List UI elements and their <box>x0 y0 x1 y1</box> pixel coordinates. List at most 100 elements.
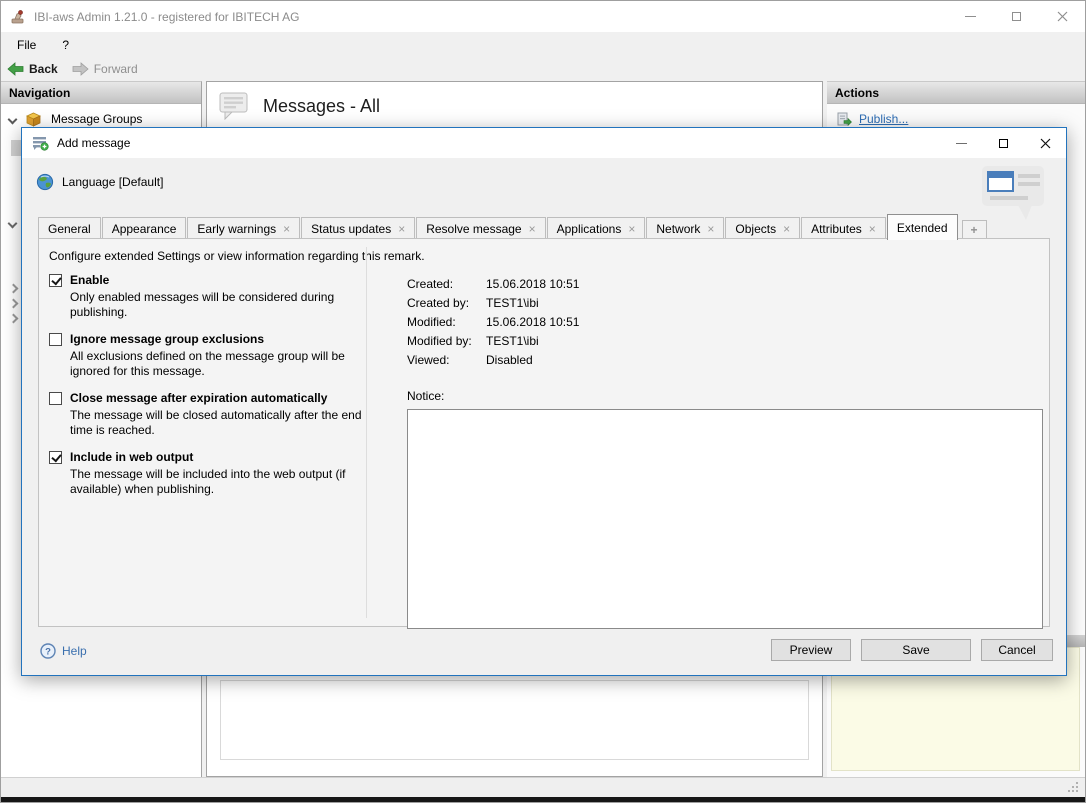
info-label: Modified: <box>407 315 486 334</box>
menu-file[interactable]: File <box>7 35 46 55</box>
tree-expander[interactable] <box>10 295 17 311</box>
tab-extended[interactable]: Extended <box>887 214 958 240</box>
notice-input[interactable] <box>407 409 1043 629</box>
status-bar <box>1 777 1085 797</box>
info-label: Modified by: <box>407 334 486 353</box>
checkbox-label: Ignore message group exclusions <box>70 332 264 346</box>
window-title: IBI-aws Admin 1.21.0 - registered for IB… <box>34 10 299 24</box>
tab-network[interactable]: Network× <box>646 217 724 239</box>
tab-label: General <box>48 222 91 236</box>
dialog-close-button[interactable] <box>1024 128 1066 158</box>
close-tab-icon[interactable]: × <box>707 224 714 234</box>
menu-help[interactable]: ? <box>52 35 79 55</box>
close-tab-icon[interactable]: × <box>783 224 790 234</box>
maximize-button[interactable] <box>993 1 1039 32</box>
tab-resolve-message[interactable]: Resolve message × <box>416 217 545 239</box>
checkbox-icon[interactable] <box>49 451 62 464</box>
close-tab-icon[interactable]: × <box>283 224 290 234</box>
dialog-minimize-button[interactable] <box>940 128 982 158</box>
checkbox-icon[interactable] <box>49 333 62 346</box>
menu-bar: File ? <box>1 32 1085 57</box>
chevron-down-icon[interactable] <box>8 114 18 124</box>
dialog-footer: ? Help Preview Save Cancel <box>22 627 1066 675</box>
close-icon <box>1040 138 1051 149</box>
notice-label: Notice: <box>407 389 1039 403</box>
tab-early-warnings[interactable]: Early warnings × <box>187 217 300 239</box>
tab-label: Applications <box>557 222 622 236</box>
tab-appearance[interactable]: Appearance <box>102 217 187 239</box>
checkbox-description: All exclusions defined on the message gr… <box>70 349 370 379</box>
sidebar-item-message-groups[interactable]: Message Groups <box>9 111 142 127</box>
checkbox-close-after-expiration[interactable]: Close message after expiration automatic… <box>49 391 367 405</box>
forward-button[interactable]: Forward <box>72 62 138 76</box>
tab-label: Early warnings <box>197 222 276 236</box>
info-column: Created: 15.06.2018 10:51 Created by: TE… <box>407 277 1039 632</box>
tab-attributes[interactable]: Attributes × <box>801 217 886 239</box>
chevron-right-icon <box>9 313 19 323</box>
navigation-header: Navigation <box>1 82 201 104</box>
page-title: Messages - All <box>263 96 380 117</box>
maximize-icon <box>999 139 1008 148</box>
actions-header: Actions <box>827 82 1085 104</box>
checkbox-label: Include in web output <box>70 450 193 464</box>
tab-general[interactable]: General <box>38 217 101 239</box>
dialog-title: Add message <box>57 136 130 150</box>
info-value: Disabled <box>486 353 1039 372</box>
info-value: TEST1\ibi <box>486 296 1039 315</box>
checkbox-ignore-exclusions[interactable]: Ignore message group exclusions <box>49 332 367 346</box>
close-icon <box>1057 11 1068 22</box>
chevron-right-icon <box>9 283 19 293</box>
info-label: Viewed: <box>407 353 486 372</box>
save-button[interactable]: Save <box>861 639 971 661</box>
language-selector[interactable]: Language [Default] <box>36 173 163 191</box>
checkbox-enable[interactable]: Enable <box>49 273 367 287</box>
dialog-maximize-button[interactable] <box>982 128 1024 158</box>
close-tab-icon[interactable]: × <box>628 224 635 234</box>
close-tab-icon[interactable]: × <box>529 224 536 234</box>
checkbox-include-web-output[interactable]: Include in web output <box>49 450 367 464</box>
tree-expander[interactable] <box>10 310 17 326</box>
close-tab-icon[interactable]: × <box>869 224 876 234</box>
tab-label: Objects <box>735 222 776 236</box>
dialog-tabstrip: General Appearance Early warnings × Statu… <box>38 213 1050 239</box>
add-message-icon <box>32 136 49 151</box>
tab-label: Status updates <box>311 222 391 236</box>
minimize-button[interactable] <box>947 1 993 32</box>
checkbox-description: Only enabled messages will be considered… <box>70 290 370 320</box>
tab-label: Appearance <box>112 222 177 236</box>
toolbar: Back Forward <box>1 57 1085 80</box>
resize-grip[interactable] <box>1067 781 1080 794</box>
checkbox-icon[interactable] <box>49 274 62 287</box>
close-button[interactable] <box>1039 1 1085 32</box>
tree-expander[interactable] <box>9 215 16 231</box>
svg-text:?: ? <box>45 647 51 658</box>
minimize-icon <box>956 143 967 144</box>
tab-label: Extended <box>897 221 948 235</box>
tab-applications[interactable]: Applications × <box>547 217 646 239</box>
add-tab-button[interactable]: + <box>962 220 987 239</box>
back-icon <box>7 62 24 76</box>
tab-status-updates[interactable]: Status updates × <box>301 217 415 239</box>
action-item-publish[interactable]: Publish... <box>827 104 1085 126</box>
metadata-grid: Created: 15.06.2018 10:51 Created by: TE… <box>407 277 1039 372</box>
tree-expander[interactable] <box>10 280 17 296</box>
info-value: TEST1\ibi <box>486 334 1039 353</box>
checkbox-icon[interactable] <box>49 392 62 405</box>
close-tab-icon[interactable]: × <box>398 224 405 234</box>
column-divider <box>366 247 367 618</box>
message-list-area <box>220 680 809 760</box>
info-label: Created: <box>407 277 486 296</box>
back-button[interactable]: Back <box>7 62 58 76</box>
checkbox-label: Enable <box>70 273 109 287</box>
publish-icon <box>837 112 852 126</box>
tab-label: Attributes <box>811 222 862 236</box>
help-link[interactable]: ? Help <box>40 643 87 659</box>
preview-button[interactable]: Preview <box>771 639 851 661</box>
tab-objects[interactable]: Objects × <box>725 217 800 239</box>
chevron-down-icon <box>8 218 18 228</box>
globe-icon <box>36 173 54 191</box>
tab-label: Resolve message <box>426 222 521 236</box>
cancel-button[interactable]: Cancel <box>981 639 1053 661</box>
settings-column: Enable Only enabled messages will be con… <box>49 273 367 509</box>
app-icon <box>10 9 26 25</box>
